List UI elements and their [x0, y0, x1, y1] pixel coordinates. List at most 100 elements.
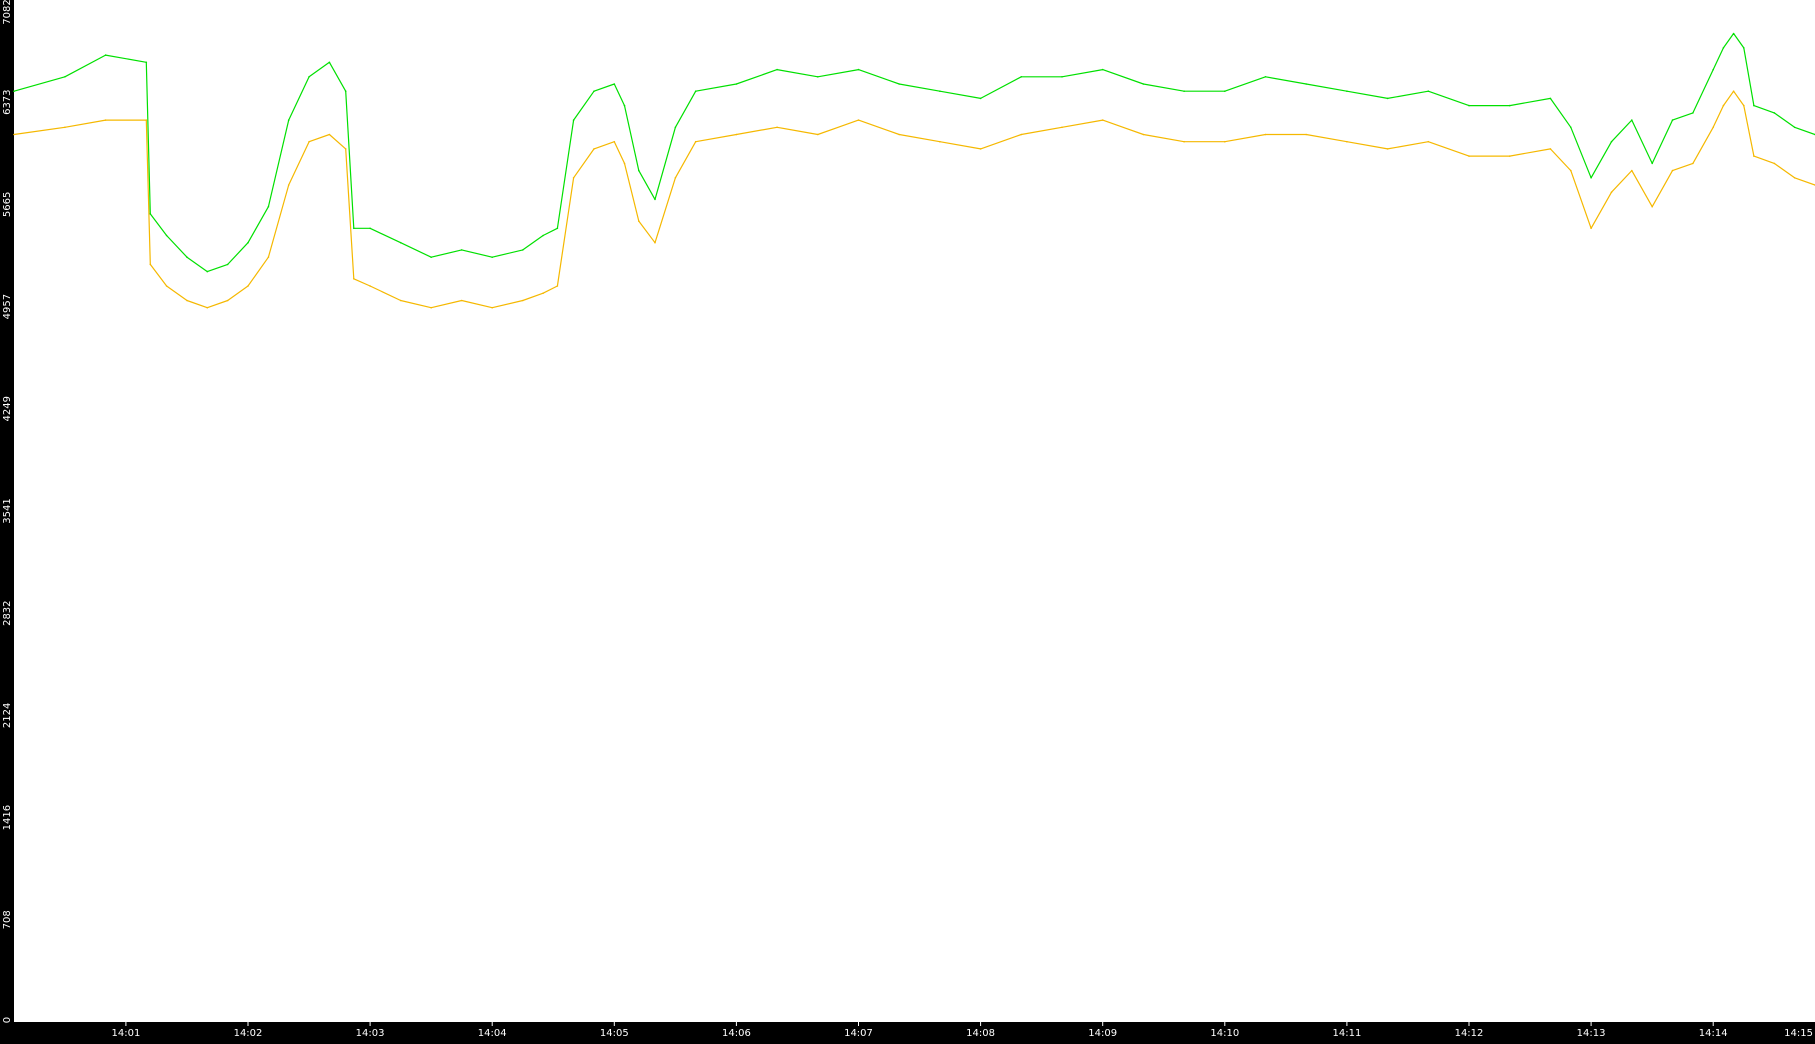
- series-0-point: [186, 256, 188, 259]
- series-1-point: [613, 140, 616, 143]
- series-1-point: [1732, 90, 1735, 92]
- series-1-point: [1142, 133, 1145, 136]
- series-0-point: [287, 119, 290, 121]
- series-1-point: [654, 241, 656, 244]
- series-0-point: [165, 234, 168, 237]
- series-0-point: [1468, 104, 1470, 107]
- series-0-point: [1590, 177, 1592, 179]
- series-0-point: [1386, 97, 1389, 100]
- series-0-point: [542, 234, 544, 237]
- series-0-point: [1692, 112, 1694, 114]
- series-1-point: [1264, 133, 1267, 136]
- plot-area: [14, 0, 1815, 1022]
- series-0-point: [328, 61, 331, 64]
- series-1-point: [1793, 177, 1796, 179]
- series-0-point: [572, 119, 575, 121]
- series-0-point: [1753, 104, 1755, 107]
- x-tick-label: 14:05: [600, 1028, 629, 1039]
- series-1-point: [1712, 126, 1714, 129]
- series-0-point: [1793, 126, 1796, 129]
- series-0-point: [979, 97, 982, 100]
- x-tick-label: 14:04: [478, 1028, 507, 1039]
- series-1-point: [623, 162, 626, 165]
- series-0-point: [369, 227, 371, 230]
- series-0-point: [1061, 76, 1063, 78]
- series-0-point: [247, 241, 249, 244]
- series-0-point: [776, 68, 778, 71]
- series-1-point: [776, 126, 778, 129]
- x-tick-label: 14:03: [356, 1028, 385, 1039]
- x-tick-label: 14:15: [1784, 1028, 1813, 1039]
- series-1-point: [1743, 104, 1745, 107]
- y-tick-label: 5665: [2, 192, 13, 217]
- series-0-point: [1549, 97, 1552, 100]
- series-0-point: [1020, 76, 1023, 78]
- x-tick-label: 14:02: [234, 1028, 263, 1039]
- series-0-point: [1508, 104, 1511, 107]
- series-1-point: [1722, 104, 1725, 107]
- series-0-point: [1651, 162, 1653, 165]
- series-1-point: [1549, 148, 1552, 150]
- series-1-point: [1101, 119, 1104, 121]
- series-0-point: [1610, 140, 1613, 143]
- line-chart: 0 708 1416 2124 2832 3541 4249 4957 5665 6373 7082…: [2, 0, 1815, 1039]
- series-0-point: [226, 263, 229, 266]
- series-0-point: [939, 90, 941, 92]
- series-1-point: [1346, 140, 1348, 143]
- series-1-point: [542, 292, 544, 295]
- y-tick-label: 1416: [2, 805, 13, 830]
- series-1-point: [1305, 133, 1307, 136]
- series-1-point: [979, 148, 982, 150]
- series-1-point: [104, 119, 107, 121]
- series-1-point: [1468, 155, 1470, 157]
- series-0-point: [556, 227, 559, 230]
- series-0-point: [344, 90, 347, 92]
- series-0-point: [1183, 90, 1185, 92]
- series-1-point: [145, 119, 148, 121]
- y-tick-label: 4249: [2, 396, 13, 421]
- series-1-point: [308, 140, 310, 143]
- series-1-point: [1671, 169, 1674, 172]
- series-0-point: [64, 76, 66, 78]
- series-0-point: [898, 83, 900, 85]
- series-0-point: [593, 90, 595, 92]
- series-0-point: [613, 83, 616, 85]
- x-tick-label: 14:06: [722, 1028, 751, 1039]
- x-tick-label: 14:10: [1210, 1028, 1239, 1039]
- series-1-point: [857, 119, 860, 121]
- series-1-point: [1061, 126, 1063, 129]
- series-1-point: [1570, 169, 1572, 172]
- series-1-point: [1386, 148, 1389, 150]
- series-1-point: [572, 177, 575, 179]
- series-1-point: [344, 148, 347, 150]
- y-tick-label: 0: [2, 1017, 13, 1023]
- x-tick-label: 14:13: [1577, 1028, 1606, 1039]
- series-0-point: [623, 104, 626, 107]
- series-1-point: [287, 184, 290, 186]
- x-tick-label: 14:01: [111, 1028, 140, 1039]
- series-0-point: [674, 126, 677, 129]
- series-1-point: [353, 278, 355, 280]
- series-0-point: [654, 198, 656, 201]
- series-0-point: [460, 249, 463, 251]
- series-0-point: [1224, 90, 1226, 92]
- series-0-point: [267, 205, 270, 208]
- series-1-point: [522, 299, 524, 302]
- series-1-point: [328, 133, 331, 136]
- series-0-point: [1427, 90, 1430, 92]
- series-1-point: [1773, 162, 1776, 165]
- series-1-point: [638, 220, 640, 222]
- series-0-point: [1570, 126, 1572, 129]
- series-0-point: [145, 61, 148, 64]
- series-0-point: [1264, 76, 1267, 78]
- series-0-point: [1743, 47, 1745, 49]
- series-0-point: [857, 68, 860, 71]
- series-0-point: [104, 54, 107, 56]
- series-1-point: [898, 133, 900, 136]
- series-0-point: [1631, 119, 1633, 121]
- y-tick-label: 6373: [2, 89, 13, 114]
- series-1-point: [13, 133, 15, 136]
- series-1-point: [1651, 205, 1653, 208]
- series-1-point: [556, 285, 559, 287]
- series-0-point: [1346, 90, 1348, 92]
